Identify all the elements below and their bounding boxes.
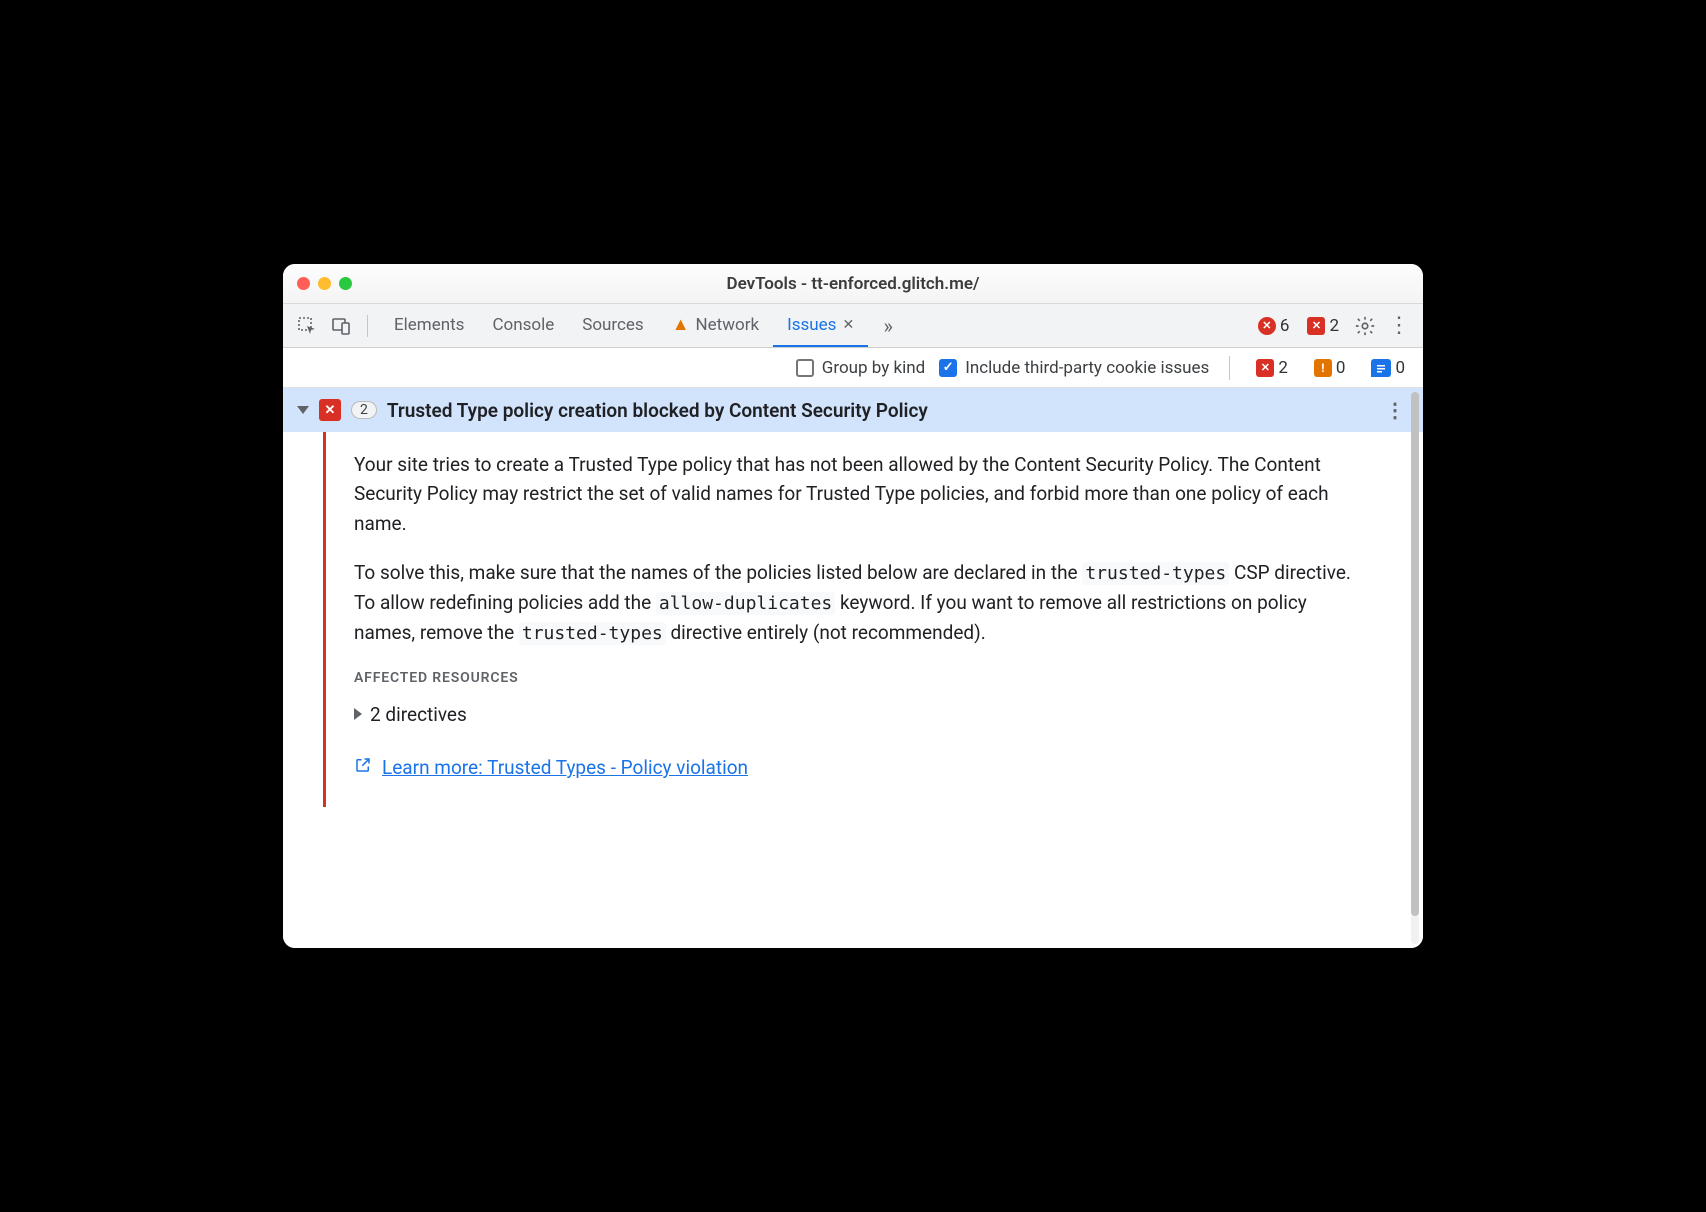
external-link-icon xyxy=(354,753,372,782)
close-tab-icon[interactable]: ✕ xyxy=(842,317,854,333)
divider xyxy=(1229,356,1230,380)
divider xyxy=(367,315,368,337)
issues-toolbar: Group by kind Include third-party cookie… xyxy=(283,348,1423,388)
filter-page-errors[interactable]: ✕ 2 xyxy=(1256,358,1288,378)
tab-label: Elements xyxy=(394,315,464,335)
page-error-icon: ✕ xyxy=(319,399,341,421)
device-toolbar-icon[interactable] xyxy=(327,312,355,340)
issue-title: Trusted Type policy creation blocked by … xyxy=(387,399,928,422)
tab-sources[interactable]: Sources xyxy=(568,304,657,347)
issue-count-pill: 2 xyxy=(351,401,377,419)
error-count: 6 xyxy=(1280,316,1290,336)
more-tabs-icon[interactable]: » xyxy=(874,312,902,340)
third-party-checkbox[interactable]: Include third-party cookie issues xyxy=(939,358,1209,378)
issue-expanded: Your site tries to create a Trusted Type… xyxy=(283,432,1423,807)
code-snippet: trusted-types xyxy=(1082,562,1229,585)
settings-icon[interactable] xyxy=(1351,312,1379,340)
issue-description-p1: Your site tries to create a Trusted Type… xyxy=(354,450,1363,538)
window-controls xyxy=(297,277,352,290)
count: 0 xyxy=(1336,358,1346,378)
info-icon xyxy=(1371,359,1391,377)
error-icon xyxy=(1258,317,1276,335)
count: 0 xyxy=(1395,358,1405,378)
page-error-icon: ✕ xyxy=(1256,359,1274,377)
count: 2 xyxy=(1278,358,1288,378)
scrollbar[interactable] xyxy=(1411,392,1419,944)
tab-console[interactable]: Console xyxy=(478,304,568,347)
directives-label: 2 directives xyxy=(370,700,467,729)
breaking-change-icon: ! xyxy=(1314,359,1332,377)
inspect-element-icon[interactable] xyxy=(293,312,321,340)
page-error-icon: ✕ xyxy=(1307,317,1325,335)
issues-panel: ✕ 2 Trusted Type policy creation blocked… xyxy=(283,388,1423,948)
zoom-window-button[interactable] xyxy=(339,277,352,290)
group-by-kind-checkbox[interactable]: Group by kind xyxy=(796,358,925,378)
checkbox-label: Group by kind xyxy=(822,358,925,378)
issue-body: Your site tries to create a Trusted Type… xyxy=(326,432,1423,807)
expand-toggle-icon[interactable] xyxy=(297,406,309,414)
issue-menu-icon[interactable]: ⋮ xyxy=(1381,396,1409,424)
checkbox-label: Include third-party cookie issues xyxy=(965,358,1209,378)
tab-label: Sources xyxy=(582,315,643,335)
affected-resources-label: AFFECTED RESOURCES xyxy=(354,668,1363,690)
page-error-badge[interactable]: ✕ 2 xyxy=(1307,316,1339,336)
window-title: DevTools - tt-enforced.glitch.me/ xyxy=(283,274,1423,294)
page-error-count: 2 xyxy=(1329,316,1339,336)
issue-description-p2: To solve this, make sure that the names … xyxy=(354,558,1363,648)
tab-label: Issues xyxy=(787,315,836,335)
learn-more-link[interactable]: Learn more: Trusted Types - Policy viola… xyxy=(382,753,748,782)
issue-header-row[interactable]: ✕ 2 Trusted Type policy creation blocked… xyxy=(283,388,1423,432)
filter-info[interactable]: 0 xyxy=(1371,358,1405,378)
tab-issues[interactable]: Issues ✕ xyxy=(773,304,868,347)
directives-expander[interactable]: 2 directives xyxy=(354,700,1363,729)
tab-label: Console xyxy=(492,315,554,335)
warning-icon: ▲ xyxy=(672,314,690,335)
learn-more-row: Learn more: Trusted Types - Policy viola… xyxy=(354,753,1363,782)
devtools-window: DevTools - tt-enforced.glitch.me/ Elemen… xyxy=(283,264,1423,948)
filter-breaking[interactable]: ! 0 xyxy=(1314,358,1346,378)
issues-list: ✕ 2 Trusted Type policy creation blocked… xyxy=(283,388,1423,948)
more-icon[interactable]: ⋮ xyxy=(1385,312,1413,340)
checkbox-icon xyxy=(939,359,957,377)
code-snippet: trusted-types xyxy=(519,622,666,645)
minimize-window-button[interactable] xyxy=(318,277,331,290)
error-count-badge[interactable]: 6 xyxy=(1258,316,1290,336)
main-toolbar: Elements Console Sources ▲ Network Issue… xyxy=(283,304,1423,348)
panel-tabs: Elements Console Sources ▲ Network Issue… xyxy=(380,304,868,347)
tab-elements[interactable]: Elements xyxy=(380,304,478,347)
titlebar: DevTools - tt-enforced.glitch.me/ xyxy=(283,264,1423,304)
tab-network[interactable]: ▲ Network xyxy=(658,304,773,347)
tab-label: Network xyxy=(696,315,760,335)
chevron-right-icon xyxy=(354,708,362,720)
checkbox-icon xyxy=(796,359,814,377)
close-window-button[interactable] xyxy=(297,277,310,290)
code-snippet: allow-duplicates xyxy=(656,592,835,615)
